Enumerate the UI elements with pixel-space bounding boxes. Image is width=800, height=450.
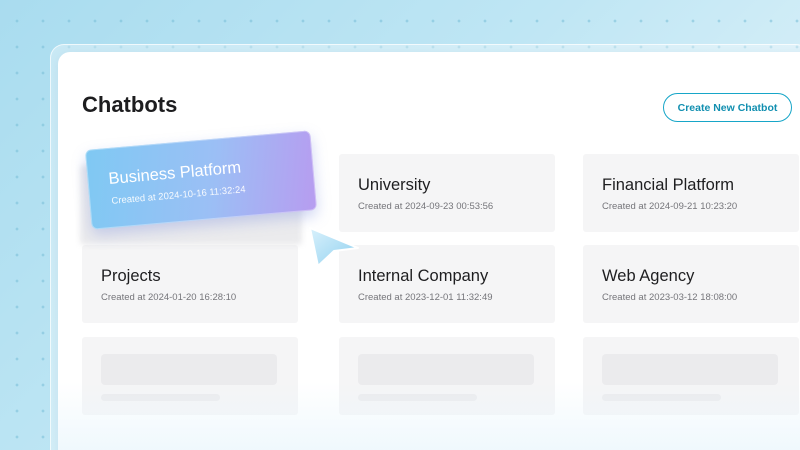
chatbot-card-projects[interactable]: Projects Created at 2024-01-20 16:28:10 (82, 245, 298, 323)
pointer-cursor-icon (309, 227, 359, 267)
skeleton-bar (101, 394, 220, 401)
chatbot-card-name: Internal Company (358, 267, 489, 285)
skeleton-bar (358, 394, 477, 401)
create-new-chatbot-button[interactable]: Create New Chatbot (663, 93, 792, 122)
chatbot-card-date: Created at 2024-10-16 11:32:24 (111, 184, 247, 207)
chatbot-card-date: Created at 2024-09-23 00:53:56 (358, 201, 494, 212)
chatbot-card-name: Web Agency (602, 267, 695, 285)
chatbot-card-financial-platform[interactable]: Financial Platform Created at 2024-09-21… (583, 154, 799, 232)
chatbot-card-web-agency[interactable]: Web Agency Created at 2023-03-12 18:08:0… (583, 245, 799, 323)
chatbots-panel: Chatbots Create New Chatbot University C… (58, 52, 800, 450)
skeleton-bar (602, 354, 778, 385)
chatbot-card-name: Business Platform (107, 158, 242, 189)
skeleton-bar (101, 354, 277, 385)
chatbot-card-internal-company[interactable]: Internal Company Created at 2023-12-01 1… (339, 245, 555, 323)
chatbot-card-date: Created at 2024-09-21 10:23:20 (602, 201, 738, 212)
chatbot-card-name: Projects (101, 267, 161, 285)
placeholder-card (583, 337, 799, 415)
placeholder-card (339, 337, 555, 415)
page-title: Chatbots (82, 92, 178, 117)
chatbot-card-university[interactable]: University Created at 2024-09-23 00:53:5… (339, 154, 555, 232)
skeleton-bar (602, 394, 721, 401)
chatbot-card-name: Financial Platform (602, 176, 735, 194)
chatbot-card-date: Created at 2023-03-12 18:08:00 (602, 292, 738, 303)
skeleton-bar (358, 354, 534, 385)
chatbot-card-name: University (358, 176, 431, 194)
chatbot-card-date: Created at 2024-01-20 16:28:10 (101, 292, 237, 303)
placeholder-card (82, 337, 298, 415)
chatbot-card-date: Created at 2023-12-01 11:32:49 (358, 292, 493, 303)
